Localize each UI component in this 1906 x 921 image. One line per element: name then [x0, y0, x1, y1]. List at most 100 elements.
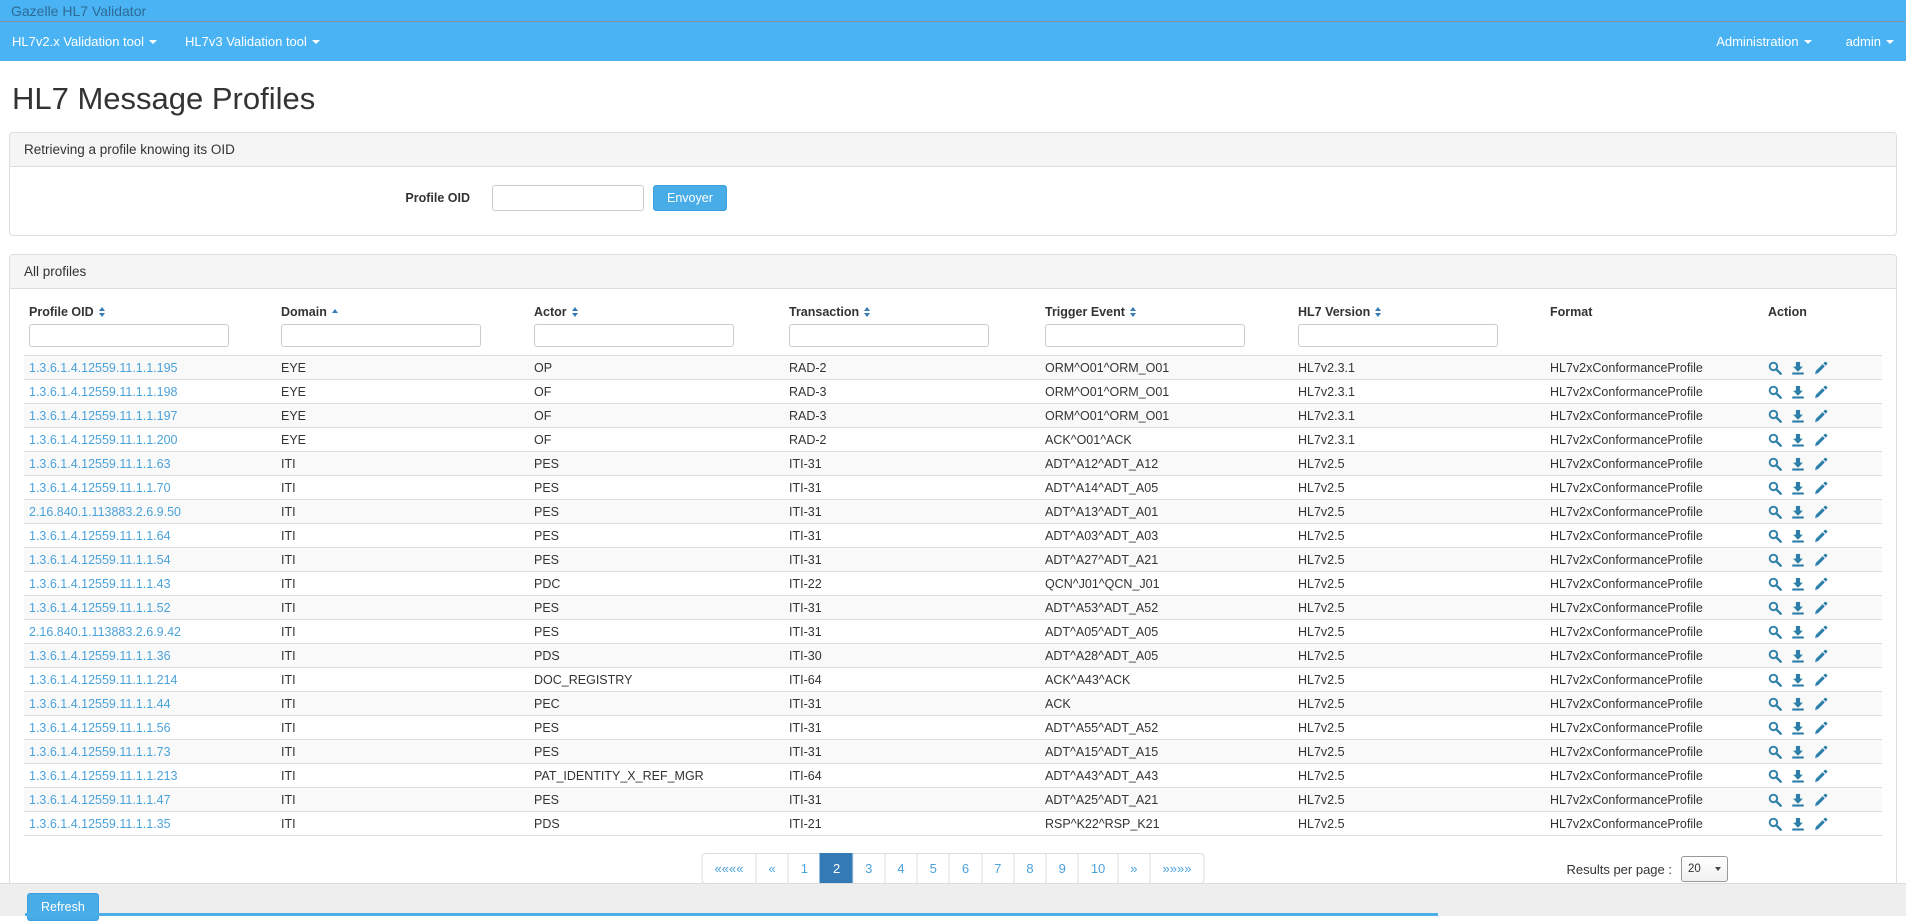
profile-oid-link[interactable]: 1.3.6.1.4.12559.11.1.1.70 — [29, 481, 171, 495]
column-header-domain[interactable]: Domain — [276, 302, 529, 324]
edit-icon[interactable] — [1814, 505, 1828, 519]
edit-icon[interactable] — [1814, 409, 1828, 423]
view-icon[interactable] — [1768, 457, 1782, 471]
edit-icon[interactable] — [1814, 529, 1828, 543]
edit-icon[interactable] — [1814, 457, 1828, 471]
profile-oid-link[interactable]: 1.3.6.1.4.12559.11.1.1.64 — [29, 529, 171, 543]
page-item-7[interactable]: 7 — [981, 853, 1014, 884]
view-icon[interactable] — [1768, 553, 1782, 567]
view-icon[interactable] — [1768, 625, 1782, 639]
download-icon[interactable] — [1791, 505, 1805, 519]
view-icon[interactable] — [1768, 529, 1782, 543]
profile-oid-input[interactable] — [492, 185, 644, 211]
page-next-4[interactable]: »»»» — [1150, 853, 1205, 884]
page-item-8[interactable]: 8 — [1013, 853, 1046, 884]
download-icon[interactable] — [1791, 721, 1805, 735]
profile-oid-link[interactable]: 1.3.6.1.4.12559.11.1.1.47 — [29, 793, 171, 807]
page-prev-4[interactable]: «««« — [702, 853, 757, 884]
edit-icon[interactable] — [1814, 553, 1828, 567]
profile-oid-link[interactable]: 1.3.6.1.4.12559.11.1.1.36 — [29, 649, 171, 663]
download-icon[interactable] — [1791, 385, 1805, 399]
column-header-hl7-version[interactable]: HL7 Version — [1293, 302, 1545, 324]
edit-icon[interactable] — [1814, 601, 1828, 615]
profile-oid-link[interactable]: 1.3.6.1.4.12559.11.1.1.44 — [29, 697, 171, 711]
column-header-trigger-event[interactable]: Trigger Event — [1040, 302, 1293, 324]
edit-icon[interactable] — [1814, 385, 1828, 399]
view-icon[interactable] — [1768, 673, 1782, 687]
download-icon[interactable] — [1791, 817, 1805, 831]
edit-icon[interactable] — [1814, 673, 1828, 687]
view-icon[interactable] — [1768, 601, 1782, 615]
column-header-profile-oid[interactable]: Profile OID — [24, 302, 276, 324]
page-item-2[interactable]: 2 — [820, 853, 853, 884]
page-item-9[interactable]: 9 — [1046, 853, 1079, 884]
page-item-10[interactable]: 10 — [1078, 853, 1118, 884]
results-per-page-select[interactable]: 20 — [1681, 856, 1728, 882]
page-item-5[interactable]: 5 — [917, 853, 950, 884]
edit-icon[interactable] — [1814, 793, 1828, 807]
edit-icon[interactable] — [1814, 625, 1828, 639]
page-item-6[interactable]: 6 — [949, 853, 982, 884]
download-icon[interactable] — [1791, 529, 1805, 543]
profile-oid-link[interactable]: 1.3.6.1.4.12559.11.1.1.54 — [29, 553, 171, 567]
edit-icon[interactable] — [1814, 577, 1828, 591]
download-icon[interactable] — [1791, 625, 1805, 639]
view-icon[interactable] — [1768, 817, 1782, 831]
profile-oid-link[interactable]: 2.16.840.1.113883.2.6.9.42 — [29, 625, 181, 639]
edit-icon[interactable] — [1814, 769, 1828, 783]
download-icon[interactable] — [1791, 577, 1805, 591]
download-icon[interactable] — [1791, 601, 1805, 615]
view-icon[interactable] — [1768, 505, 1782, 519]
profile-oid-link[interactable]: 1.3.6.1.4.12559.11.1.1.200 — [29, 433, 178, 447]
page-item-1[interactable]: 1 — [788, 853, 821, 884]
download-icon[interactable] — [1791, 457, 1805, 471]
profile-oid-link[interactable]: 1.3.6.1.4.12559.11.1.1.198 — [29, 385, 178, 399]
filter-input-transaction[interactable] — [789, 324, 989, 347]
profile-oid-link[interactable]: 1.3.6.1.4.12559.11.1.1.197 — [29, 409, 178, 423]
profile-oid-link[interactable]: 1.3.6.1.4.12559.11.1.1.213 — [29, 769, 178, 783]
view-icon[interactable] — [1768, 481, 1782, 495]
download-icon[interactable] — [1791, 361, 1805, 375]
edit-icon[interactable] — [1814, 745, 1828, 759]
view-icon[interactable] — [1768, 769, 1782, 783]
page-item-4[interactable]: 4 — [884, 853, 917, 884]
page-prev-1[interactable]: « — [755, 853, 788, 884]
profile-oid-link[interactable]: 1.3.6.1.4.12559.11.1.1.214 — [29, 673, 178, 687]
download-icon[interactable] — [1791, 793, 1805, 807]
download-icon[interactable] — [1791, 553, 1805, 567]
download-icon[interactable] — [1791, 433, 1805, 447]
page-next-1[interactable]: » — [1117, 853, 1150, 884]
filter-input-domain[interactable] — [281, 324, 481, 347]
edit-icon[interactable] — [1814, 481, 1828, 495]
nav-item-admin[interactable]: admin — [1846, 34, 1894, 49]
profile-oid-link[interactable]: 1.3.6.1.4.12559.11.1.1.43 — [29, 577, 171, 591]
download-icon[interactable] — [1791, 481, 1805, 495]
nav-item-hl7v2-x-validation-tool[interactable]: HL7v2.x Validation tool — [12, 34, 157, 49]
profile-oid-link[interactable]: 1.3.6.1.4.12559.11.1.1.35 — [29, 817, 171, 831]
profile-oid-link[interactable]: 1.3.6.1.4.12559.11.1.1.56 — [29, 721, 171, 735]
view-icon[interactable] — [1768, 793, 1782, 807]
download-icon[interactable] — [1791, 697, 1805, 711]
view-icon[interactable] — [1768, 433, 1782, 447]
download-icon[interactable] — [1791, 649, 1805, 663]
download-icon[interactable] — [1791, 769, 1805, 783]
column-header-transaction[interactable]: Transaction — [784, 302, 1040, 324]
nav-item-hl7v3-validation-tool[interactable]: HL7v3 Validation tool — [185, 34, 320, 49]
filter-input-actor[interactable] — [534, 324, 734, 347]
view-icon[interactable] — [1768, 577, 1782, 591]
nav-item-administration[interactable]: Administration — [1716, 34, 1811, 49]
download-icon[interactable] — [1791, 673, 1805, 687]
download-icon[interactable] — [1791, 409, 1805, 423]
profile-oid-link[interactable]: 1.3.6.1.4.12559.11.1.1.73 — [29, 745, 171, 759]
edit-icon[interactable] — [1814, 697, 1828, 711]
view-icon[interactable] — [1768, 361, 1782, 375]
view-icon[interactable] — [1768, 385, 1782, 399]
refresh-button[interactable]: Refresh — [27, 893, 99, 921]
edit-icon[interactable] — [1814, 649, 1828, 663]
edit-icon[interactable] — [1814, 817, 1828, 831]
view-icon[interactable] — [1768, 409, 1782, 423]
filter-input-trigger-event[interactable] — [1045, 324, 1245, 347]
column-header-actor[interactable]: Actor — [529, 302, 784, 324]
app-brand[interactable]: Gazelle HL7 Validator — [11, 3, 146, 19]
view-icon[interactable] — [1768, 649, 1782, 663]
